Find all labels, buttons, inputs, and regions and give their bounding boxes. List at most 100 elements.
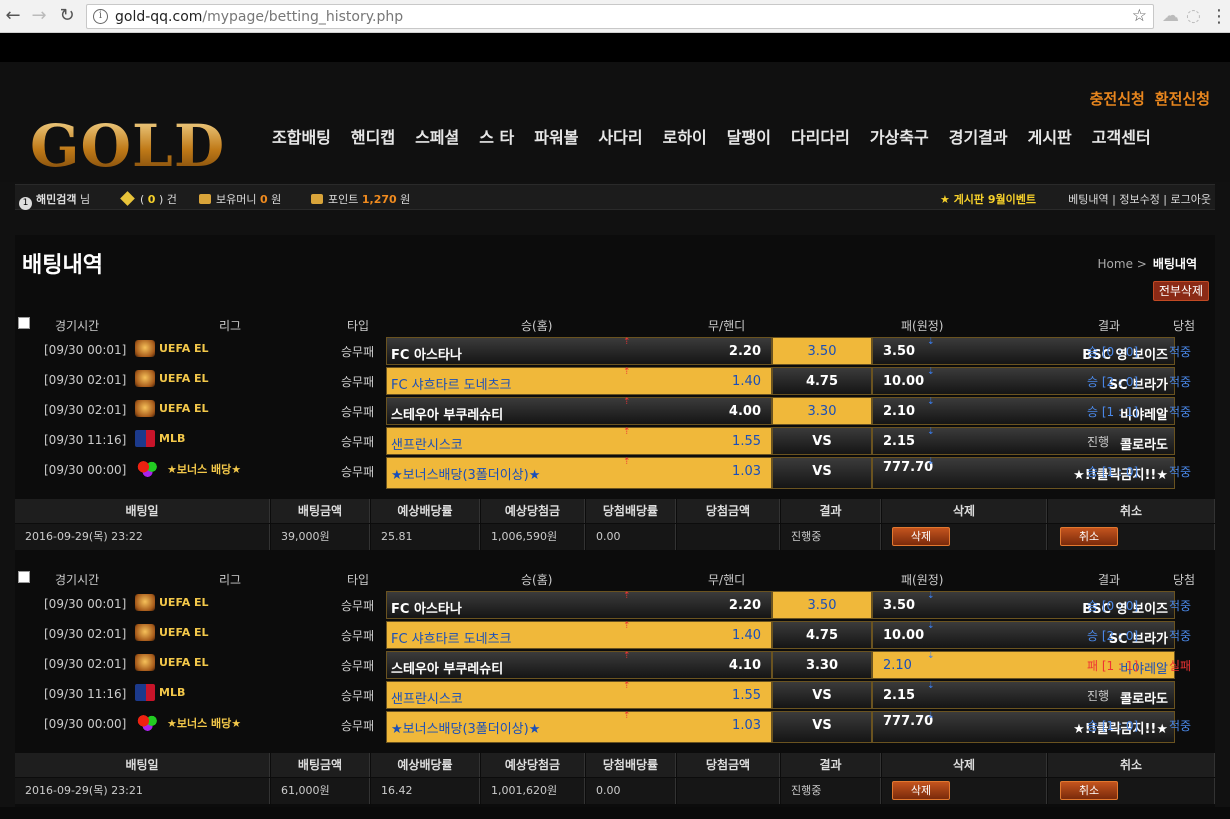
league-bonus-icon bbox=[135, 714, 163, 731]
draw-odds-cell[interactable]: 4.75 bbox=[772, 621, 872, 649]
draw-odds-cell[interactable]: VS bbox=[772, 457, 872, 489]
home-odds-cell[interactable]: FC 아스타나 ⇡ 2.20 bbox=[386, 591, 772, 619]
home-odds: 4.10 bbox=[728, 658, 761, 673]
down-arrow-icon: ⇣ bbox=[927, 367, 935, 377]
message-icon bbox=[120, 191, 135, 206]
draw-odds: 3.50 bbox=[807, 344, 837, 359]
notice-ticker[interactable]: ★ 게시판 9월이벤트 bbox=[940, 191, 1045, 207]
url-text[interactable]: gold-qq.com/mypage/betting_history.php bbox=[115, 9, 403, 25]
delete-all-button[interactable]: 전부삭제 bbox=[1152, 281, 1209, 301]
league: ★보너스 배당★ bbox=[135, 460, 241, 478]
league-name: UEFA EL bbox=[159, 596, 209, 609]
msg-count: 0 bbox=[147, 193, 156, 206]
home-odds-cell[interactable]: ★보너스배당(3폴더이상)★ ⇡ 1.03 bbox=[386, 457, 772, 489]
bet-type: 승무패 bbox=[341, 659, 375, 673]
summary-value: 2016-09-29(목) 23:21 bbox=[15, 778, 270, 804]
select-checkbox[interactable] bbox=[18, 571, 30, 583]
draw-odds-cell[interactable]: VS bbox=[772, 711, 872, 743]
point-value: 1,270 bbox=[361, 193, 397, 206]
win-status: 적중 bbox=[1169, 629, 1192, 643]
url-host: gold-qq.com bbox=[115, 9, 203, 25]
home-odds-cell[interactable]: 샌프란시스코 ⇡ 1.55 bbox=[386, 427, 772, 455]
nav-item-0[interactable]: 조합배팅 bbox=[272, 124, 331, 148]
draw-odds: 4.75 bbox=[805, 374, 839, 389]
away-odds-cell[interactable]: 2.15 ⇣ 콜로라도 bbox=[872, 681, 1175, 709]
extension-icon[interactable]: ☁ bbox=[1162, 6, 1179, 26]
deposit-link[interactable]: 충전신청 bbox=[1090, 90, 1145, 108]
away-odds: 2.15 bbox=[883, 688, 916, 703]
nav-item-7[interactable]: 달팽이 bbox=[727, 124, 771, 148]
away-odds: 2.10 bbox=[883, 404, 916, 419]
draw-odds-cell[interactable]: VS bbox=[772, 681, 872, 709]
cancel-button[interactable]: 취소 bbox=[1060, 781, 1118, 800]
header-win: 당첨 bbox=[1173, 319, 1196, 333]
home-odds-cell[interactable]: FC 아스타나 ⇡ 2.20 bbox=[386, 337, 772, 365]
bet-type: 승무패 bbox=[341, 465, 375, 479]
away-odds-cell[interactable]: 2.15 ⇣ 콜로라도 bbox=[872, 427, 1175, 455]
breadcrumb-home[interactable]: Home > bbox=[1098, 257, 1147, 271]
cancel-button[interactable]: 취소 bbox=[1060, 527, 1118, 546]
extension-icon-2[interactable]: ◌ bbox=[1186, 6, 1201, 26]
home-odds-cell[interactable]: 스테우아 부쿠레슈티 ⇡ 4.00 bbox=[386, 397, 772, 425]
home-odds-cell[interactable]: FC 샤흐타르 도네츠크 ⇡ 1.40 bbox=[386, 621, 772, 649]
reload-icon[interactable]: ↻ bbox=[56, 5, 78, 27]
draw-odds: VS bbox=[812, 718, 832, 733]
home-odds-cell[interactable]: ★보너스배당(3폴더이상)★ ⇡ 1.03 bbox=[386, 711, 772, 743]
bookmark-star-icon[interactable]: ☆ bbox=[1132, 6, 1147, 26]
game-time: [09/30 02:01] bbox=[44, 403, 127, 417]
info-icon[interactable]: i bbox=[93, 9, 108, 24]
nav-item-8[interactable]: 다리다리 bbox=[791, 124, 850, 148]
site-logo[interactable]: GOLD bbox=[30, 112, 225, 180]
up-arrow-icon: ⇡ bbox=[623, 337, 631, 347]
back-icon[interactable]: ← bbox=[2, 5, 24, 27]
summary-header: 배팅금액 bbox=[271, 499, 370, 523]
nav-item-12[interactable]: 고객센터 bbox=[1092, 124, 1151, 148]
nav-item-11[interactable]: 게시판 bbox=[1028, 124, 1072, 148]
nav-item-3[interactable]: 스 타 bbox=[479, 124, 514, 148]
delete-button[interactable]: 삭제 bbox=[892, 527, 950, 546]
level-badge-icon: 1 bbox=[19, 197, 32, 210]
home-odds-cell[interactable]: 샌프란시스코 ⇡ 1.55 bbox=[386, 681, 772, 709]
draw-odds-cell[interactable]: VS bbox=[772, 427, 872, 455]
draw-odds-cell[interactable]: 3.30 bbox=[772, 651, 872, 679]
menu-icon[interactable]: ⋮ bbox=[1210, 6, 1228, 27]
draw-odds-cell[interactable]: 3.30 bbox=[772, 397, 872, 425]
home-team: FC 샤흐타르 도네츠크 bbox=[391, 378, 512, 393]
nav-item-6[interactable]: 로하이 bbox=[663, 124, 707, 148]
summary-value: 61,000원 bbox=[271, 778, 370, 804]
away-odds: 777.70 bbox=[883, 460, 934, 475]
home-odds-cell[interactable]: 스테우아 부쿠레슈티 ⇡ 4.10 bbox=[386, 651, 772, 679]
summary-value bbox=[677, 524, 780, 550]
delete-button[interactable]: 삭제 bbox=[892, 781, 950, 800]
address-bar[interactable]: i gold-qq.com/mypage/betting_history.php… bbox=[86, 4, 1154, 29]
down-arrow-icon: ⇣ bbox=[927, 427, 935, 437]
home-odds: 1.55 bbox=[732, 434, 761, 449]
nav-item-4[interactable]: 파워볼 bbox=[534, 124, 578, 148]
up-arrow-icon: ⇡ bbox=[623, 681, 631, 691]
header-away: 패(원정) bbox=[901, 319, 944, 333]
msg-prefix: ( bbox=[140, 193, 145, 206]
down-arrow-icon: ⇣ bbox=[927, 621, 935, 631]
select-checkbox[interactable] bbox=[18, 317, 30, 329]
nav-item-10[interactable]: 경기결과 bbox=[949, 124, 1008, 148]
bet-table-header: 경기시간 리그 타입 승(홈) 무/핸디 패(원정) 결과 당첨 bbox=[15, 569, 1215, 589]
message-info[interactable]: ( 0 ) 건 bbox=[120, 191, 177, 207]
nav-item-9[interactable]: 가상축구 bbox=[870, 124, 929, 148]
nav-item-1[interactable]: 핸디캡 bbox=[351, 124, 395, 148]
draw-odds-cell[interactable]: 3.50 bbox=[772, 337, 872, 365]
account-links[interactable]: 베팅내역 | 정보수정 | 로그아웃 bbox=[1068, 191, 1211, 207]
withdraw-link[interactable]: 환전신청 bbox=[1155, 90, 1210, 108]
nav-item-5[interactable]: 사다리 bbox=[598, 124, 642, 148]
forward-icon[interactable]: → bbox=[28, 5, 50, 27]
home-odds-cell[interactable]: FC 샤흐타르 도네츠크 ⇡ 1.40 bbox=[386, 367, 772, 395]
bet-block: 경기시간 리그 타입 승(홈) 무/핸디 패(원정) 결과 당첨 [09/30 00:01] UE… bbox=[15, 315, 1215, 565]
league-uefa-icon bbox=[135, 340, 155, 357]
down-arrow-icon: ⇣ bbox=[927, 397, 935, 407]
summary-header: 당첨배당률 bbox=[586, 499, 676, 523]
summary-action-cell: 취소 bbox=[1048, 524, 1215, 550]
header-league: 리그 bbox=[219, 319, 242, 333]
draw-odds-cell[interactable]: 3.50 bbox=[772, 591, 872, 619]
draw-odds-cell[interactable]: 4.75 bbox=[772, 367, 872, 395]
point-info: 포인트 1,270 원 bbox=[311, 191, 410, 207]
nav-item-2[interactable]: 스페셜 bbox=[415, 124, 459, 148]
